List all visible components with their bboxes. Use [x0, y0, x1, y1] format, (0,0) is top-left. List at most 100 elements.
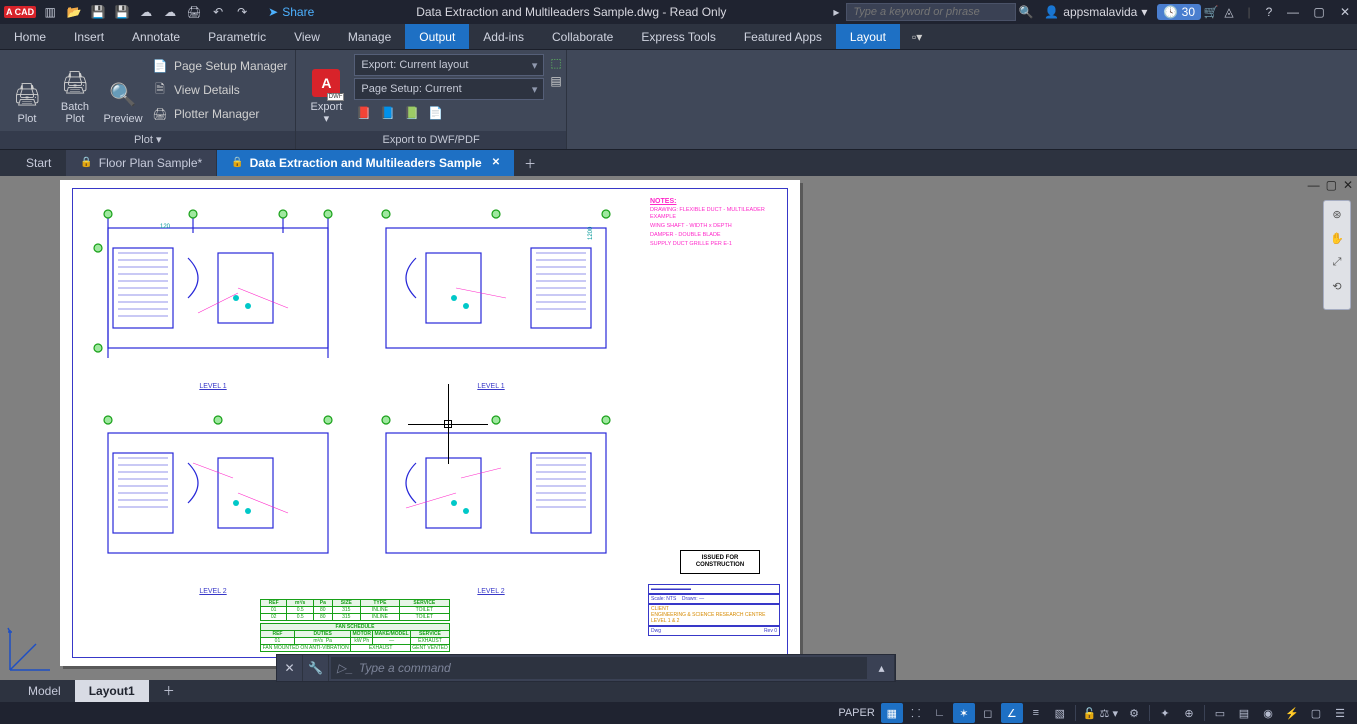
- user-icon: 👤: [1044, 5, 1059, 19]
- trial-clock[interactable]: 🕓 30: [1157, 4, 1201, 20]
- tab-layout[interactable]: Layout: [836, 24, 900, 49]
- tab-annotate[interactable]: Annotate: [118, 24, 194, 49]
- doc-close-icon[interactable]: ✕: [1343, 178, 1353, 192]
- grid-toggle[interactable]: ▦: [881, 703, 903, 723]
- tab-express[interactable]: Express Tools: [627, 24, 729, 49]
- units-icon[interactable]: ▭: [1209, 703, 1231, 723]
- tab-home[interactable]: Home: [0, 24, 60, 49]
- user-menu[interactable]: 👤 appsmalavida ▾: [1044, 5, 1147, 19]
- cleanscreen-icon[interactable]: ▢: [1305, 703, 1327, 723]
- paper-sheet: NOTES: DRAWING: FLEXIBLE DUCT - MULTILEA…: [60, 180, 800, 666]
- page-setup-manager[interactable]: 📄 Page Setup Manager: [148, 54, 291, 78]
- tab-manage[interactable]: Manage: [334, 24, 405, 49]
- search-input[interactable]: [846, 3, 1016, 21]
- cart-icon[interactable]: 🛒: [1203, 4, 1219, 20]
- page-setup-combo-value: Page Setup: Current: [361, 83, 461, 95]
- tab-collaborate[interactable]: Collaborate: [538, 24, 627, 49]
- plan-level2-b: LEVEL 2: [366, 408, 616, 583]
- tab-parametric[interactable]: Parametric: [194, 24, 280, 49]
- tab-output[interactable]: Output: [405, 24, 469, 49]
- doc-minimize-icon[interactable]: —: [1308, 178, 1320, 192]
- navwheel-icon[interactable]: ⊛: [1328, 205, 1346, 223]
- restore-icon[interactable]: ▢: [1311, 4, 1327, 20]
- new-icon[interactable]: ▥: [42, 4, 58, 20]
- export-dwfx-icon[interactable]: 📗: [402, 104, 420, 122]
- export-pdf-icon[interactable]: 📕: [354, 104, 372, 122]
- tab-view[interactable]: View: [280, 24, 334, 49]
- tab-insert[interactable]: Insert: [60, 24, 118, 49]
- export-window-icon[interactable]: ⬚: [550, 56, 561, 70]
- batch-plot-button[interactable]: 🖨 Batch Plot: [52, 54, 98, 127]
- save-icon[interactable]: 💾: [90, 4, 106, 20]
- plot-icon[interactable]: 🖨: [186, 4, 202, 20]
- hardware-accel-icon[interactable]: ⚡: [1281, 703, 1303, 723]
- redo-icon[interactable]: ↷: [234, 4, 250, 20]
- annotation-scale[interactable]: 🔓 ⚖ ▾: [1080, 703, 1121, 723]
- tab-addins[interactable]: Add-ins: [469, 24, 538, 49]
- minimize-icon[interactable]: —: [1285, 4, 1301, 20]
- model-tab[interactable]: Model: [14, 680, 75, 702]
- snap-toggle[interactable]: ⸬: [905, 703, 927, 723]
- view-details[interactable]: 🗎 View Details: [148, 78, 291, 102]
- pan-icon[interactable]: ✋: [1328, 229, 1346, 247]
- cmd-customize-icon[interactable]: 🔧: [303, 655, 329, 681]
- add-tab[interactable]: ＋: [515, 150, 545, 176]
- add-layout-tab[interactable]: ＋: [149, 680, 177, 702]
- ribbon-minimize[interactable]: ▫▾: [912, 24, 922, 49]
- command-bar[interactable]: ✕ 🔧 ▷_ Type a command ▴: [276, 654, 896, 682]
- layout1-tab[interactable]: Layout1: [75, 680, 149, 702]
- customize-status-icon[interactable]: ☰: [1329, 703, 1351, 723]
- send-icon: ➤: [268, 5, 278, 19]
- help-icon[interactable]: ?: [1261, 4, 1277, 20]
- plotter-manager[interactable]: 🖨 Plotter Manager: [148, 102, 291, 126]
- isolate-icon[interactable]: ◉: [1257, 703, 1279, 723]
- quickprops-icon[interactable]: ▤: [1233, 703, 1255, 723]
- annotation-monitor-icon[interactable]: ⊕: [1178, 703, 1200, 723]
- page-setup-combo[interactable]: Page Setup: Current ▾: [354, 78, 544, 100]
- lineweight-toggle[interactable]: ≡: [1025, 703, 1047, 723]
- osnap-toggle[interactable]: ◻: [977, 703, 999, 723]
- export-button[interactable]: A DWF Export▾: [300, 54, 352, 127]
- navigation-bar[interactable]: ⊛ ✋ ⤢ ⟲: [1323, 200, 1351, 310]
- zoom-icon[interactable]: ⤢: [1328, 253, 1346, 271]
- preview-button[interactable]: 🔍 Preview: [100, 54, 146, 127]
- cmd-input[interactable]: Type a command: [359, 661, 451, 675]
- app-store-icon[interactable]: ◬: [1221, 4, 1237, 20]
- cmd-history-icon[interactable]: ▴: [869, 655, 895, 681]
- panel-plot-title[interactable]: Plot ▾: [0, 131, 295, 149]
- username: appsmalavida: [1063, 5, 1137, 19]
- saveas-icon[interactable]: 💾: [114, 4, 130, 20]
- cmd-close-icon[interactable]: ✕: [277, 655, 303, 681]
- tab-dataextraction[interactable]: 🔒 Data Extraction and Multileaders Sampl…: [217, 150, 515, 176]
- export-options-icon[interactable]: ▤: [550, 74, 561, 88]
- tab-featured[interactable]: Featured Apps: [730, 24, 836, 49]
- transparency-toggle[interactable]: ▧: [1049, 703, 1071, 723]
- svg-text:120: 120: [160, 224, 171, 230]
- tab-floorplan[interactable]: 🔒 Floor Plan Sample*: [66, 150, 217, 176]
- search-icon[interactable]: 🔍: [1018, 4, 1034, 20]
- doc-restore-icon[interactable]: ▢: [1326, 178, 1337, 192]
- plot-button[interactable]: 🖨 Plot: [4, 54, 50, 127]
- space-indicator[interactable]: PAPER: [838, 707, 874, 719]
- export-3d-icon[interactable]: 📄: [426, 104, 444, 122]
- share-button[interactable]: ➤ Share: [268, 5, 314, 19]
- drawing-canvas[interactable]: — ▢ ✕ ⊛ ✋ ⤢ ⟲ NOTES: DRAWING: FLEXIBLE D…: [0, 176, 1357, 680]
- plan-level1-a: 120 LEVEL 1: [88, 198, 338, 378]
- polar-toggle[interactable]: ✶: [953, 703, 975, 723]
- workspace-icon[interactable]: ✦: [1154, 703, 1176, 723]
- close-icon[interactable]: ✕: [1337, 4, 1353, 20]
- open-icon[interactable]: 📂: [66, 4, 82, 20]
- web-open-icon[interactable]: ☁: [138, 4, 154, 20]
- export-combo[interactable]: Export: Current layout ▾: [354, 54, 544, 76]
- close-tab-icon[interactable]: ✕: [492, 150, 500, 176]
- web-save-icon[interactable]: ☁: [162, 4, 178, 20]
- ortho-toggle[interactable]: ∟: [929, 703, 951, 723]
- annoscale-icon[interactable]: ⚙: [1123, 703, 1145, 723]
- export-dwf-icon[interactable]: 📘: [378, 104, 396, 122]
- file-tabs: Start 🔒 Floor Plan Sample* 🔒 Data Extrac…: [0, 150, 1357, 176]
- undo-icon[interactable]: ↶: [210, 4, 226, 20]
- otrack-toggle[interactable]: ∠: [1001, 703, 1023, 723]
- orbit-icon[interactable]: ⟲: [1328, 277, 1346, 295]
- search-arrow-icon[interactable]: ▸: [828, 4, 844, 20]
- tab-start[interactable]: Start: [12, 150, 66, 176]
